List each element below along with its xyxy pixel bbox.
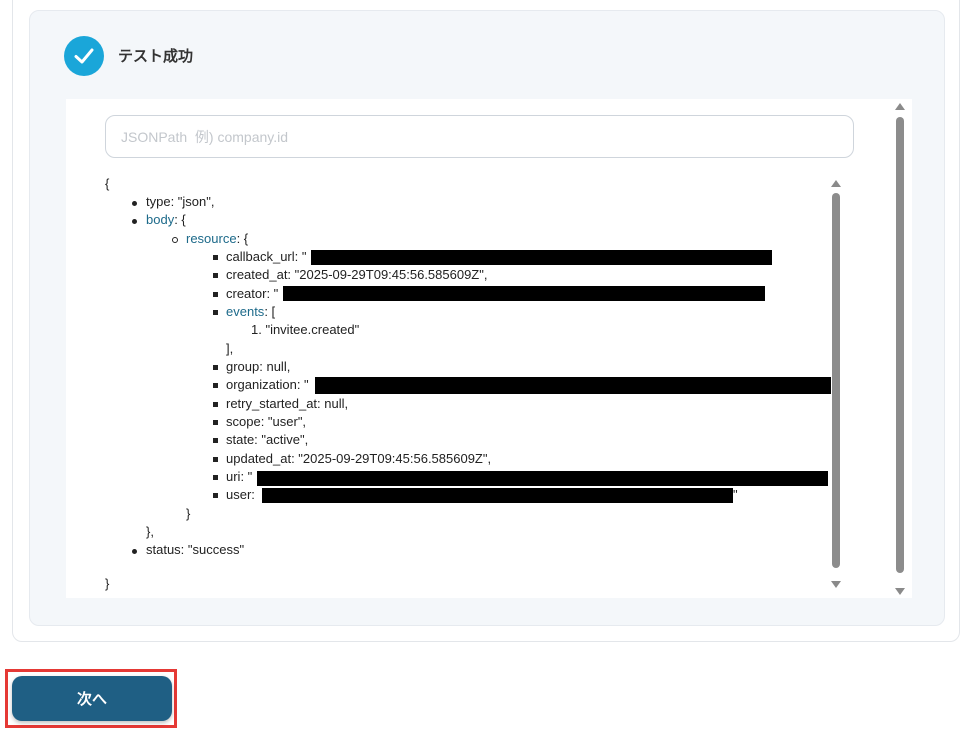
redacted-value — [311, 250, 772, 265]
bullet — [213, 402, 218, 407]
redacted-value — [262, 488, 733, 503]
resource-open: : { — [236, 231, 249, 246]
next-button[interactable]: 次へ — [12, 676, 172, 721]
inner-scrollbar-thumb[interactable] — [832, 193, 840, 568]
json-body[interactable]: body: { — [146, 211, 186, 229]
json-retry-started-at: retry_started_at: null, — [226, 396, 349, 411]
json-events-item: 1. "invitee.created" — [251, 322, 360, 337]
json-status: status: "success" — [146, 542, 245, 557]
json-group: group: null, — [226, 359, 291, 374]
json-output-box — [66, 99, 912, 598]
bullet — [213, 438, 218, 443]
bullet — [213, 292, 218, 297]
outer-scroll-down-arrow[interactable] — [895, 588, 905, 595]
jsonpath-input[interactable] — [105, 115, 854, 158]
json-uri: uri: " — [226, 469, 253, 484]
bullet — [213, 475, 218, 480]
json-resource-close: } — [186, 506, 191, 521]
events-open: : [ — [264, 304, 276, 319]
bullet — [213, 383, 218, 388]
outer-scroll-up-arrow[interactable] — [895, 103, 905, 110]
check-circle-icon — [64, 36, 104, 76]
bullet — [132, 549, 137, 554]
json-updated-at: updated_at: "2025-09-29T09:45:56.585609Z… — [226, 451, 492, 466]
events-key[interactable]: events — [226, 304, 264, 319]
json-creator: creator: " — [226, 286, 279, 301]
outer-scrollbar-thumb[interactable] — [896, 117, 904, 573]
json-open-brace: { — [105, 176, 110, 191]
inner-scroll-down-arrow[interactable] — [831, 581, 841, 588]
json-callback-url: callback_url: " — [226, 249, 307, 264]
bullet — [213, 493, 218, 498]
json-events-close: ], — [226, 341, 234, 356]
status-title: テスト成功 — [118, 48, 194, 65]
json-user-tail: " — [733, 487, 738, 502]
bullet — [213, 273, 218, 278]
json-events[interactable]: events: [ — [226, 303, 275, 321]
json-organization: organization: " — [226, 377, 309, 392]
json-resource[interactable]: resource: { — [186, 230, 248, 248]
json-user: user: — [226, 487, 255, 502]
resource-key[interactable]: resource — [186, 231, 237, 246]
json-scope: scope: "user", — [226, 414, 307, 429]
bullet — [132, 219, 137, 224]
inner-scroll-up-arrow[interactable] — [831, 180, 841, 187]
json-type: type: "json", — [146, 194, 215, 209]
json-body-close: }, — [146, 524, 154, 539]
redacted-value — [315, 377, 831, 394]
json-created-at: created_at: "2025-09-29T09:45:56.585609Z… — [226, 267, 488, 282]
bullet — [172, 237, 178, 243]
bullet — [213, 310, 218, 315]
body-key[interactable]: body — [146, 212, 174, 227]
body-open: : { — [174, 212, 186, 227]
bullet — [132, 201, 137, 206]
bullet — [213, 457, 218, 462]
bullet — [213, 420, 218, 425]
redacted-value — [283, 286, 765, 301]
bullet — [213, 365, 218, 370]
json-state: state: "active", — [226, 432, 309, 447]
redacted-value — [257, 471, 828, 486]
json-close-brace: } — [105, 576, 110, 591]
bullet — [213, 255, 218, 260]
